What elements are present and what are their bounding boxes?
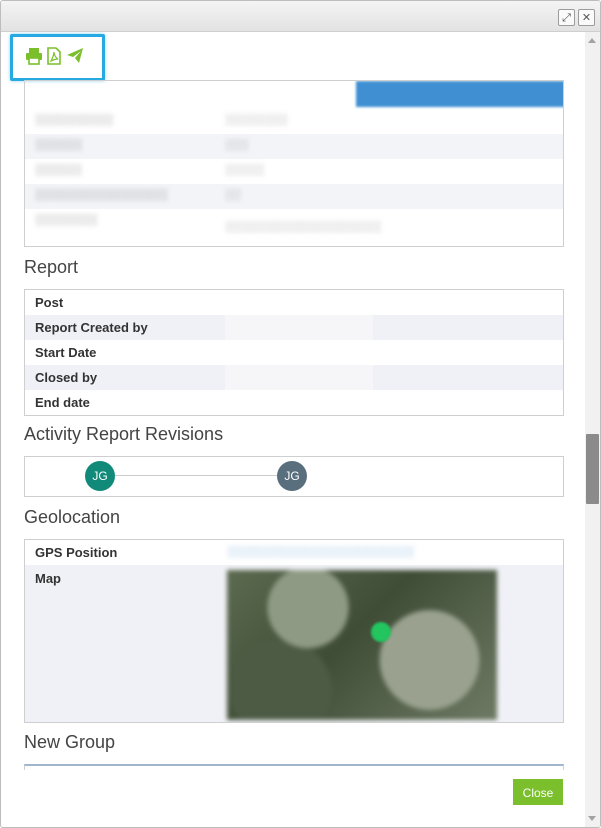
revision-avatar[interactable]: JG bbox=[85, 461, 115, 491]
report-section-title: Report bbox=[24, 257, 79, 277]
revisions-timeline: JG JG bbox=[24, 456, 564, 497]
gps-position-label: GPS Position bbox=[35, 545, 118, 560]
map-image[interactable] bbox=[227, 570, 497, 720]
revisions-section-title: Activity Report Revisions bbox=[24, 424, 224, 444]
row-label: Closed by bbox=[35, 370, 98, 385]
table-row: Closed by bbox=[25, 365, 563, 390]
send-icon[interactable] bbox=[66, 47, 84, 65]
dialog-content[interactable]: ░░░░░░░░░░ ░░░░░░░░ ░░░░░░ ░░░ ░░░░░░ ░░░░░… bbox=[1, 32, 585, 827]
summary-row: ░░░░░░░░░░░░░░░░░ ░░ bbox=[25, 184, 563, 209]
table-row: End date bbox=[25, 390, 563, 415]
table-row: GPS Position ░░░░░░░░░░░░░░░░░░░░░░░░ bbox=[25, 540, 563, 565]
map-label: Map bbox=[35, 571, 61, 586]
report-summary-box: ░░░░░░░░░░ ░░░░░░░░ ░░░░░░ ░░░ ░░░░░░ ░░░░░… bbox=[24, 80, 564, 247]
row-label: Report Created by bbox=[35, 320, 148, 335]
revision-avatar[interactable]: JG bbox=[277, 461, 307, 491]
table-row: Post bbox=[25, 290, 563, 315]
printer-icon[interactable] bbox=[25, 47, 43, 65]
geolocation-section-title: Geolocation bbox=[24, 507, 121, 527]
report-dialog: ⤢ ✕ ░░░░░░░░░░ ░░░░░░░░ ░░░░░░ ░░░ ░░░░░░ ░… bbox=[0, 0, 601, 828]
summary-row: ░░░░░░░░ ░░░░░░░░░░░░░░░░░░░░ bbox=[35, 214, 381, 233]
maximize-icon[interactable]: ⤢ bbox=[558, 9, 575, 26]
row-value bbox=[225, 315, 373, 340]
geolocation-table: GPS Position ░░░░░░░░░░░░░░░░░░░░░░░░ Ma… bbox=[24, 539, 564, 723]
row-value bbox=[225, 290, 373, 315]
new-group-table bbox=[24, 764, 564, 770]
row-value bbox=[225, 340, 373, 365]
vertical-scrollbar[interactable] bbox=[585, 32, 600, 827]
new-group-section-title: New Group bbox=[24, 732, 116, 752]
row-label: End date bbox=[35, 395, 90, 410]
scroll-down-icon[interactable] bbox=[588, 816, 596, 821]
gps-position-value[interactable]: ░░░░░░░░░░░░░░░░░░░░░░░░ bbox=[227, 546, 414, 558]
report-table: Post Report Created by Start Date Closed… bbox=[24, 289, 564, 416]
row-value bbox=[225, 390, 373, 415]
close-icon[interactable]: ✕ bbox=[578, 9, 595, 26]
row-label: Post bbox=[35, 295, 64, 310]
summary-row: ░░░░░░ ░░░░░ bbox=[35, 164, 264, 176]
timeline-connector bbox=[115, 475, 277, 476]
table-row: Report Created by bbox=[25, 315, 563, 340]
row-label: Start Date bbox=[35, 345, 97, 360]
summary-row: ░░░░░░░░░░ ░░░░░░░░ bbox=[35, 114, 288, 126]
scroll-up-icon[interactable] bbox=[588, 38, 596, 43]
summary-row: ░░░░░░ ░░░ bbox=[25, 134, 563, 159]
close-button[interactable]: Close bbox=[513, 779, 563, 805]
export-toolbar bbox=[10, 34, 105, 81]
dialog-titlebar: ⤢ ✕ bbox=[1, 1, 600, 32]
map-marker-icon bbox=[371, 622, 391, 642]
table-row: Start Date bbox=[25, 340, 563, 365]
pdf-icon[interactable] bbox=[45, 47, 63, 65]
row-value bbox=[225, 365, 373, 390]
blurred-action-button[interactable] bbox=[356, 81, 563, 107]
scrollbar-thumb[interactable] bbox=[586, 434, 599, 504]
